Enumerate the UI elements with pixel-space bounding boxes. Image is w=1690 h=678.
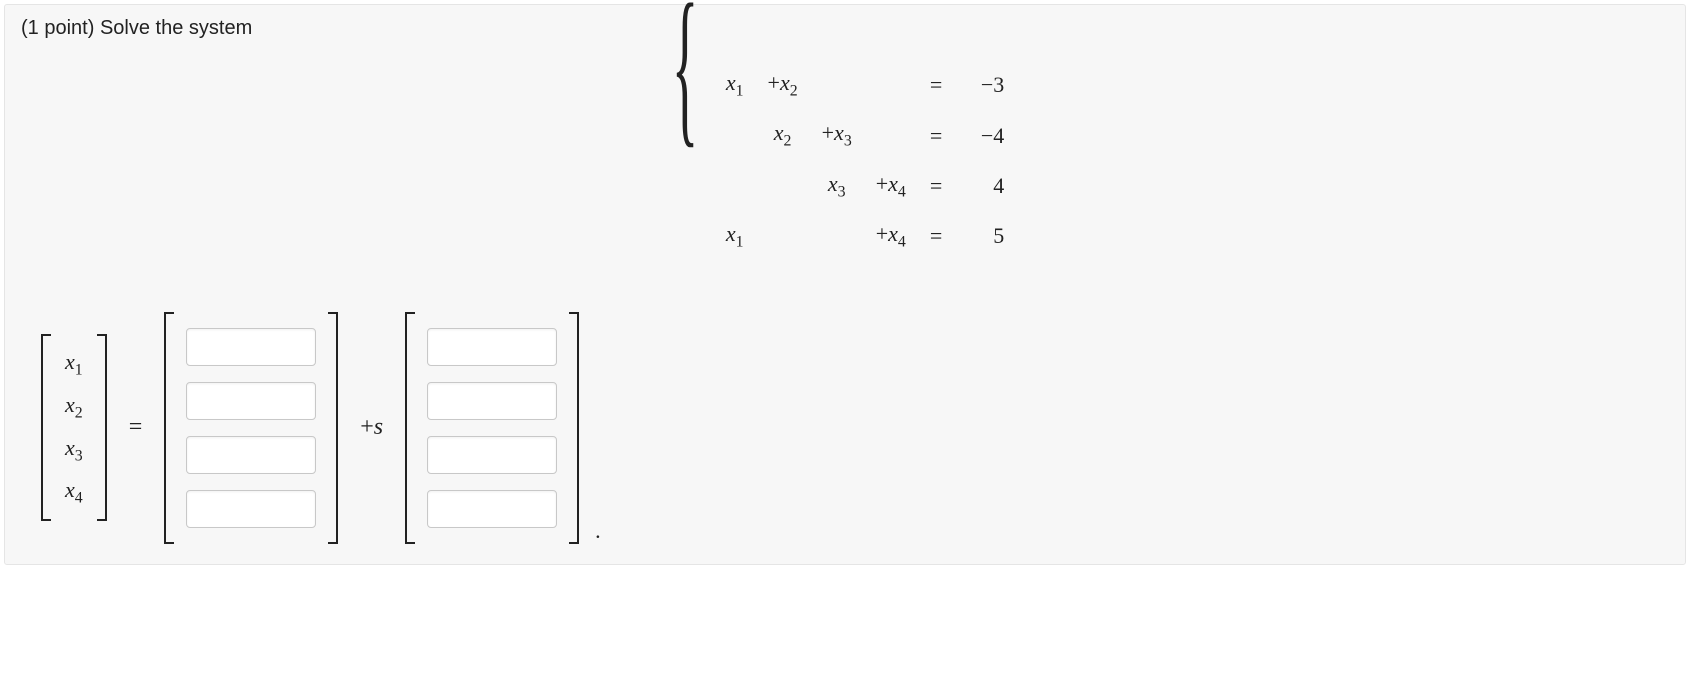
homogeneous-solution-vector [405, 312, 579, 544]
var-entry: x2 [59, 385, 89, 428]
problem-container: (1 point) Solve the system { x1 +x2 = −3… [4, 4, 1686, 565]
system-of-equations: { x1 +x2 = −3 x2 +x3 = −4 x3 [21, 60, 1669, 262]
sys-cell: +x2 [756, 60, 810, 110]
trailing-period: . [589, 518, 601, 544]
system-table: x1 +x2 = −3 x2 +x3 = −4 x3 +x4 = [714, 60, 1016, 262]
sys-cell [714, 110, 756, 160]
bracket-left-icon [164, 312, 174, 544]
bracket-left-icon [41, 334, 51, 521]
vec-a-input-4[interactable] [186, 490, 316, 528]
vec-a-input-1[interactable] [186, 328, 316, 366]
sys-cell: x1 [714, 211, 756, 261]
sys-cell: = [918, 60, 954, 110]
vec-b-input-3[interactable] [427, 436, 557, 474]
bracket-left-icon [405, 312, 415, 544]
sys-rhs: −3 [954, 60, 1016, 110]
table-row: x1 +x2 = −3 [714, 60, 1016, 110]
sys-cell [756, 211, 810, 261]
sys-cell: x3 [810, 161, 864, 211]
sys-cell [864, 110, 918, 160]
vec-a-input-3[interactable] [186, 436, 316, 474]
vec-b-input-1[interactable] [427, 328, 557, 366]
vector-entries: x1 x2 x3 x4 [55, 334, 93, 521]
vec-b-input-4[interactable] [427, 490, 557, 528]
sys-cell [756, 161, 810, 211]
vector-inputs [178, 312, 324, 544]
bracket-right-icon [569, 312, 579, 544]
vec-b-input-2[interactable] [427, 382, 557, 420]
bracket-right-icon [328, 312, 338, 544]
sys-cell: +x3 [810, 110, 864, 160]
equals-sign: = [117, 414, 155, 441]
answer-expression: x1 x2 x3 x4 = +s [41, 312, 1669, 544]
var-entry: x1 [59, 342, 89, 385]
problem-prompt: (1 point) Solve the system [21, 17, 1669, 40]
sys-cell [714, 161, 756, 211]
prompt-text: Solve the system [100, 17, 252, 39]
sys-cell: = [918, 110, 954, 160]
sys-cell: = [918, 161, 954, 211]
table-row: x1 +x4 = 5 [714, 211, 1016, 261]
particular-solution-vector [164, 312, 338, 544]
table-row: x2 +x3 = −4 [714, 110, 1016, 160]
sys-cell [864, 60, 918, 110]
plus-s-label: +s [348, 414, 395, 441]
curly-brace-icon: { [672, 0, 699, 426]
variable-vector: x1 x2 x3 x4 [41, 334, 107, 521]
sys-rhs: 5 [954, 211, 1016, 261]
sys-rhs: 4 [954, 161, 1016, 211]
sys-rhs: −4 [954, 110, 1016, 160]
bracket-right-icon [97, 334, 107, 521]
sys-cell: x1 [714, 60, 756, 110]
table-row: x3 +x4 = 4 [714, 161, 1016, 211]
sys-cell: +x4 [864, 211, 918, 261]
sys-cell: +x4 [864, 161, 918, 211]
sys-cell: = [918, 211, 954, 261]
vector-inputs [419, 312, 565, 544]
var-entry: x3 [59, 428, 89, 471]
points-label: (1 point) [21, 17, 94, 39]
var-entry: x4 [59, 470, 89, 513]
sys-cell [810, 60, 864, 110]
sys-cell [810, 211, 864, 261]
sys-cell: x2 [756, 110, 810, 160]
vec-a-input-2[interactable] [186, 382, 316, 420]
